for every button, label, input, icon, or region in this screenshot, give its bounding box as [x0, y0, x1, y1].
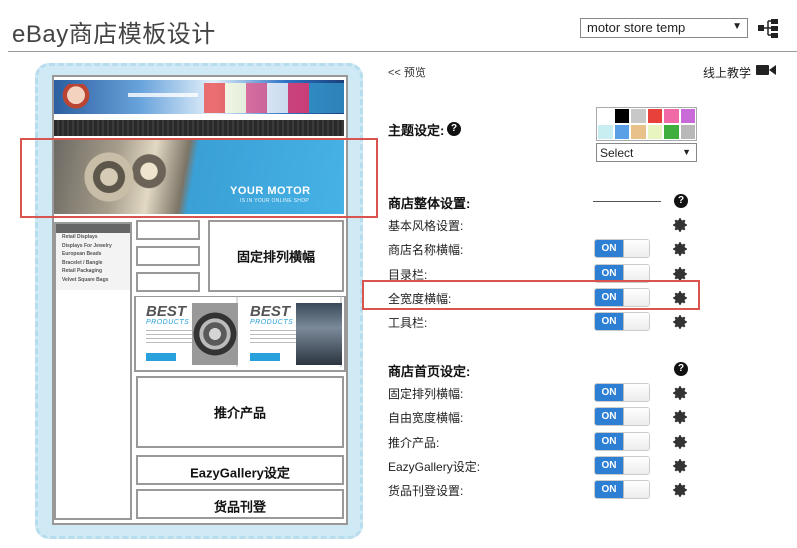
best-product-card: BEST PRODUCTS — [242, 297, 342, 367]
listing-label: 货品刊登 — [213, 499, 266, 515]
theme-label: 主题设定: — [388, 123, 445, 138]
small-banner-slot[interactable] — [136, 220, 200, 240]
color-swatch[interactable] — [679, 124, 696, 140]
gear-icon[interactable] — [671, 313, 689, 331]
on-off-toggle[interactable]: ON — [594, 407, 650, 427]
setting-label: 商店名称横幅: — [388, 243, 464, 258]
on-off-toggle[interactable]: ON — [594, 312, 650, 332]
tutorial-link[interactable]: 线上教学 — [703, 64, 751, 81]
toggle-state: ON — [595, 313, 623, 331]
best-subtitle: PRODUCTS — [146, 319, 190, 326]
setting-label: 工具栏: — [388, 316, 428, 331]
toggle-state: ON — [595, 456, 623, 474]
best-subtitle: PRODUCTS — [250, 319, 294, 326]
sidebar-category-list[interactable]: Retail Displays Displays For Jewelry Eur… — [56, 224, 130, 290]
header-divider — [8, 51, 797, 52]
on-off-toggle[interactable]: ON — [594, 383, 650, 402]
recommended-products-block[interactable]: 推介产品 — [136, 376, 344, 448]
section-divider — [593, 201, 661, 202]
setting-label: 基本风格设置: — [388, 219, 464, 233]
help-icon[interactable]: ? — [674, 194, 688, 208]
setting-label: 固定排列横幅: — [388, 387, 464, 401]
on-off-toggle[interactable]: ON — [594, 480, 650, 500]
gear-icon[interactable] — [671, 384, 689, 402]
app-title: eBay商店模板设计 — [12, 21, 216, 48]
gear-icon[interactable] — [671, 481, 689, 499]
toggle-state: ON — [595, 481, 623, 499]
highlight-full-width-setting — [362, 280, 700, 310]
toggle-knob — [623, 313, 649, 331]
chevron-down-icon: ▼ — [732, 21, 742, 32]
color-swatch[interactable] — [597, 108, 614, 124]
toggle-state: ON — [595, 240, 623, 258]
sidebar-item: European Beads — [62, 251, 102, 258]
setting-label: 推介产品: — [388, 435, 440, 450]
best-product-card: BEST PRODUCTS — [138, 297, 238, 367]
theme-select[interactable]: Select ▼ — [596, 143, 697, 162]
toggle-knob — [623, 456, 649, 474]
toggle-state: ON — [595, 384, 623, 401]
setting-label: EazyGallery设定: — [388, 459, 481, 474]
free-width-banner[interactable]: BEST PRODUCTS BEST PRODUCTS — [136, 297, 344, 370]
template-select-value: motor store temp — [587, 20, 686, 35]
gear-icon[interactable] — [671, 216, 689, 234]
color-swatches[interactable] — [596, 107, 697, 141]
sidebar-item: Retail Packaging — [62, 268, 103, 275]
gear-icon[interactable] — [671, 457, 689, 475]
highlight-full-width-banner — [20, 138, 378, 218]
sidebar-item: Bracelet / Bangle — [62, 259, 103, 266]
best-title: BEST — [146, 303, 187, 320]
store-settings-title: 商店整体设置: — [388, 196, 471, 211]
color-swatch[interactable] — [630, 124, 647, 140]
color-swatch[interactable] — [613, 108, 630, 124]
color-swatch[interactable] — [613, 124, 630, 140]
on-off-toggle[interactable]: ON — [594, 431, 650, 451]
gear-icon[interactable] — [671, 433, 689, 451]
gear-icon[interactable] — [671, 240, 689, 258]
preview-link[interactable]: << 预览 — [388, 64, 426, 80]
theme-select-value: Select — [600, 146, 634, 160]
color-swatch[interactable] — [646, 108, 663, 124]
best-title: BEST — [250, 303, 291, 320]
setting-label: 自由宽度横幅: — [388, 411, 464, 426]
toggle-knob — [623, 432, 649, 450]
color-swatch[interactable] — [663, 124, 680, 140]
gallery-block[interactable]: EazyGallery设定 — [136, 455, 344, 485]
toggle-knob — [623, 240, 649, 258]
listing-block[interactable]: 货品刊登 — [136, 489, 344, 519]
help-icon[interactable]: ? — [447, 122, 461, 136]
toggle-knob — [623, 408, 649, 426]
color-swatch[interactable] — [630, 108, 647, 124]
on-off-toggle[interactable]: ON — [594, 239, 650, 259]
video-camera-icon[interactable] — [756, 64, 776, 76]
toggle-knob — [623, 481, 649, 499]
small-banner-slot[interactable] — [136, 272, 200, 292]
toggle-state: ON — [595, 432, 623, 450]
chevron-down-icon: ▼ — [682, 147, 691, 157]
gallery-label: EazyGallery设定 — [190, 465, 290, 481]
sidebar-item: Velvet Square Bags — [62, 276, 109, 283]
on-off-toggle[interactable]: ON — [594, 455, 650, 475]
recommended-products-label: 推介产品 — [213, 405, 266, 421]
toggle-knob — [623, 384, 649, 401]
color-swatch[interactable] — [679, 108, 696, 124]
color-swatch[interactable] — [646, 124, 663, 140]
setting-label: 货品刊登设置: — [388, 484, 464, 499]
template-select[interactable]: motor store temp ▼ — [580, 18, 748, 38]
sidebar-item: Retail Displays — [62, 234, 98, 240]
help-icon[interactable]: ? — [674, 362, 688, 376]
fixed-banner-label: 固定排列横幅 — [236, 249, 315, 265]
small-banner-slot[interactable] — [136, 246, 200, 266]
home-settings-title: 商店首页设定: — [388, 364, 471, 379]
store-name-banner[interactable] — [54, 80, 344, 114]
color-swatch[interactable] — [663, 108, 680, 124]
toggle-state: ON — [595, 408, 623, 426]
color-swatch[interactable] — [597, 124, 614, 140]
fixed-banner-block[interactable]: 固定排列横幅 — [208, 220, 344, 292]
sidebar-item: Displays For Jewelry — [62, 242, 112, 249]
sitemap-icon[interactable] — [758, 18, 778, 38]
gear-icon[interactable] — [671, 408, 689, 426]
category-bar-preview[interactable] — [54, 120, 344, 136]
